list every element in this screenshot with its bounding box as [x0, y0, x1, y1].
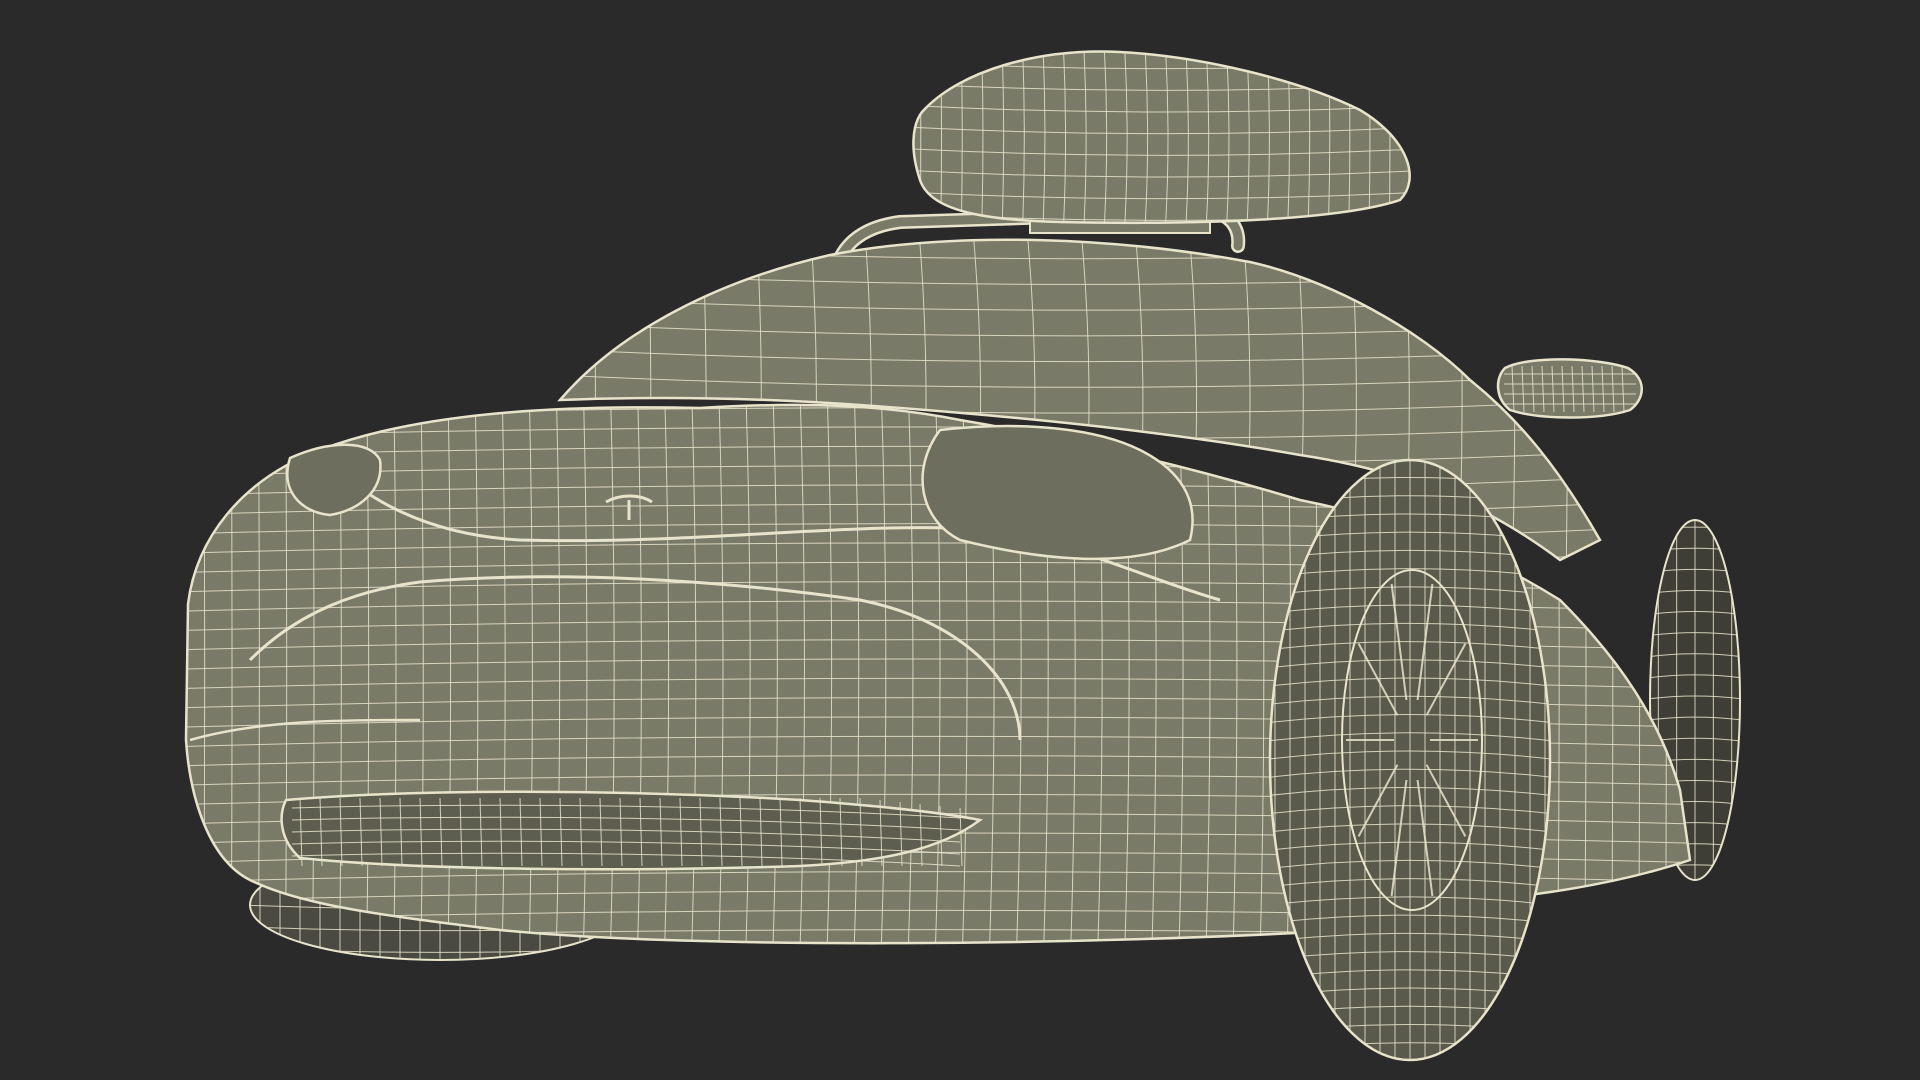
- render-viewport: [0, 0, 1920, 1080]
- roof-cargo-box: [912, 50, 1411, 225]
- side-mirror: [1496, 358, 1643, 419]
- car-wireframe-render: [184, 50, 1741, 1062]
